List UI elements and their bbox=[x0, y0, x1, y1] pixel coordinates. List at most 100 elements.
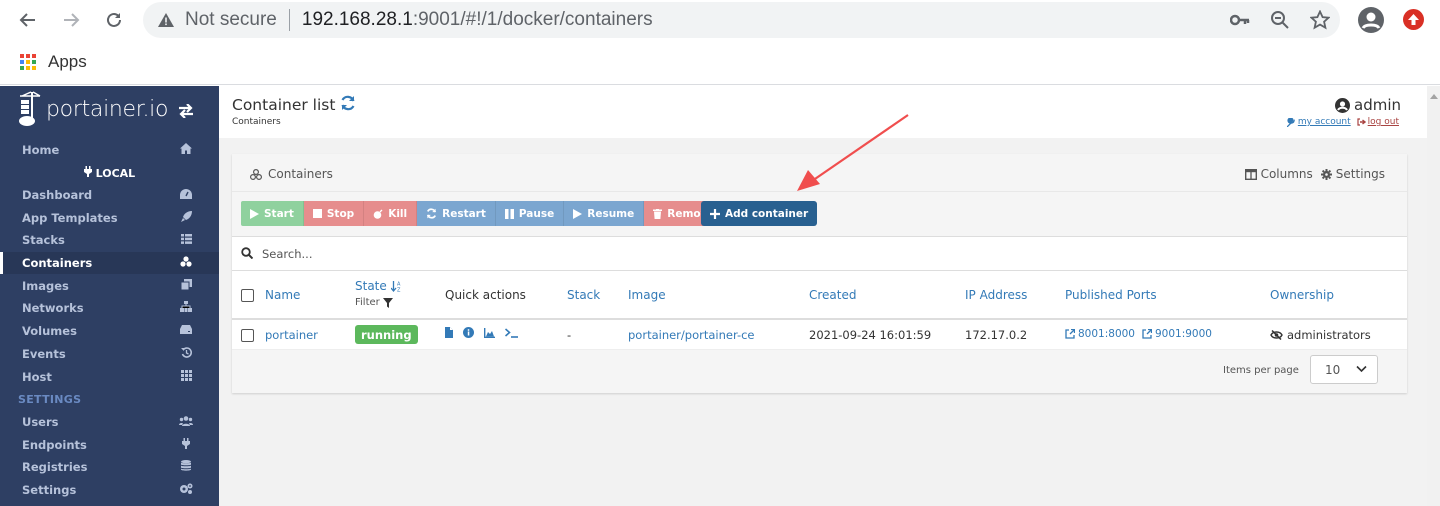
column-image[interactable]: Image bbox=[628, 288, 666, 302]
sitemap-icon bbox=[179, 301, 193, 315]
address-bar[interactable]: Not secure 192.168.28.1:9001/#!/1/docker… bbox=[143, 2, 1340, 38]
tachometer-icon bbox=[179, 188, 193, 202]
sidebar-item-host[interactable]: Host bbox=[0, 366, 219, 388]
sidebar-item-volumes[interactable]: Volumes bbox=[0, 320, 219, 342]
zoom-out-icon[interactable] bbox=[1270, 10, 1290, 30]
quick-actions bbox=[445, 327, 519, 338]
cubes-icon bbox=[250, 168, 262, 180]
history-icon bbox=[179, 347, 193, 361]
bomb-icon bbox=[373, 209, 383, 219]
update-button[interactable] bbox=[1403, 9, 1424, 30]
sidebar-item-settings[interactable]: Settings bbox=[0, 479, 219, 501]
sidebar-item-networks[interactable]: Networks bbox=[0, 297, 219, 319]
account-icon bbox=[1361, 12, 1381, 29]
columns-button[interactable]: Columns bbox=[1244, 167, 1313, 181]
state-filter-button[interactable]: Filter bbox=[355, 297, 393, 308]
column-name[interactable]: Name bbox=[265, 288, 300, 302]
row-checkbox[interactable] bbox=[241, 329, 254, 342]
th-icon bbox=[179, 370, 193, 384]
endpoint-label: LOCAL bbox=[0, 166, 219, 180]
kill-label: Kill bbox=[388, 207, 408, 220]
filter-icon bbox=[382, 297, 393, 308]
logs-icon[interactable] bbox=[445, 327, 453, 338]
play-icon bbox=[250, 208, 259, 219]
portainer-logo[interactable]: portainer.io bbox=[18, 90, 168, 128]
column-ownership[interactable]: Ownership bbox=[1270, 288, 1334, 302]
sidebar-item-label: Home bbox=[22, 143, 60, 157]
console-icon[interactable] bbox=[505, 327, 519, 338]
profile-avatar[interactable] bbox=[1358, 7, 1384, 33]
forward-button[interactable] bbox=[57, 6, 85, 34]
sidebar-item-users[interactable]: Users bbox=[0, 411, 219, 433]
sidebar-item-registries[interactable]: Registries bbox=[0, 456, 219, 478]
add-container-label: Add container bbox=[725, 207, 809, 220]
created-value: 2021-09-24 16:01:59 bbox=[809, 328, 932, 342]
page-scrollbar[interactable] bbox=[1427, 86, 1440, 506]
items-per-page-select[interactable]: 10 bbox=[1310, 355, 1378, 384]
container-actions-group: Start Stop Kill Restart Pause Resume Rem… bbox=[241, 201, 725, 226]
port-link[interactable]: 8001:8000 bbox=[1065, 328, 1135, 340]
select-all-checkbox[interactable] bbox=[241, 289, 254, 302]
sidebar: portainer.io Home LOCAL Dashboard App Te… bbox=[0, 86, 219, 506]
add-container-button[interactable]: Add container bbox=[701, 201, 818, 226]
sidebar-item-images[interactable]: Images bbox=[0, 275, 219, 297]
column-stack[interactable]: Stack bbox=[567, 288, 600, 302]
column-ip-address[interactable]: IP Address bbox=[965, 288, 1027, 302]
pause-button[interactable]: Pause bbox=[495, 201, 565, 226]
columns-icon bbox=[1244, 168, 1257, 180]
sidebar-item-containers[interactable]: Containers bbox=[0, 252, 219, 274]
sidebar-item-label: Volumes bbox=[22, 324, 77, 338]
stats-icon[interactable] bbox=[484, 327, 495, 338]
sidebar-item-app-templates[interactable]: App Templates bbox=[0, 207, 219, 229]
containers-widget: Containers Columns Settings Start Stop K… bbox=[232, 154, 1407, 393]
sidebar-item-label: Stacks bbox=[22, 233, 65, 247]
port-label: 8001:8000 bbox=[1078, 328, 1135, 340]
users-icon bbox=[179, 415, 193, 429]
scroll-up-arrow-icon[interactable] bbox=[1430, 94, 1438, 99]
url-text[interactable]: 192.168.28.1:9001/#!/1/docker/containers bbox=[302, 9, 653, 31]
sidebar-item-label: Host bbox=[22, 370, 52, 384]
my-account-text[interactable]: my account bbox=[1298, 117, 1351, 127]
ip-address-value: 172.17.0.2 bbox=[965, 328, 1028, 342]
database-icon bbox=[179, 460, 193, 474]
sidebar-item-events[interactable]: Events bbox=[0, 343, 219, 365]
sign-out-icon bbox=[1357, 118, 1366, 126]
table-settings-button[interactable]: Settings bbox=[1320, 167, 1385, 181]
play-icon bbox=[573, 208, 583, 219]
sidebar-item-endpoints[interactable]: Endpoints bbox=[0, 434, 219, 456]
columns-label: Columns bbox=[1260, 167, 1313, 181]
info-icon[interactable] bbox=[463, 327, 474, 338]
column-state[interactable]: State AZ bbox=[355, 279, 402, 293]
stop-button[interactable]: Stop bbox=[303, 201, 365, 226]
star-icon[interactable] bbox=[1310, 10, 1330, 30]
brand-name: portainer.io bbox=[46, 96, 169, 122]
start-button[interactable]: Start bbox=[241, 201, 304, 226]
security-label[interactable]: Not secure bbox=[185, 9, 277, 31]
key-icon[interactable] bbox=[1230, 14, 1250, 26]
port-link[interactable]: 9001:9000 bbox=[1142, 328, 1212, 340]
column-published-ports[interactable]: Published Ports bbox=[1065, 288, 1157, 302]
log-out-link[interactable]: log out bbox=[1357, 117, 1399, 127]
sidebar-item-stacks[interactable]: Stacks bbox=[0, 229, 219, 251]
search-icon bbox=[241, 247, 253, 259]
switch-endpoint-button[interactable] bbox=[178, 103, 194, 123]
image-link[interactable]: portainer/portainer-ce bbox=[628, 328, 755, 342]
log-out-text[interactable]: log out bbox=[1368, 117, 1399, 127]
kill-button[interactable]: Kill bbox=[364, 201, 418, 226]
exchange-icon bbox=[179, 103, 193, 119]
sidebar-item-home[interactable]: Home bbox=[0, 139, 219, 161]
restart-button[interactable]: Restart bbox=[417, 201, 496, 226]
back-button[interactable] bbox=[14, 6, 42, 34]
container-name-link[interactable]: portainer bbox=[265, 328, 318, 342]
bookmark-apps[interactable]: Apps bbox=[20, 52, 87, 72]
my-account-link[interactable]: my account bbox=[1286, 117, 1351, 127]
resume-button[interactable]: Resume bbox=[564, 201, 645, 226]
reload-button[interactable] bbox=[100, 6, 128, 34]
search-input[interactable] bbox=[262, 245, 662, 263]
column-created[interactable]: Created bbox=[809, 288, 857, 302]
refresh-button[interactable] bbox=[340, 95, 356, 116]
page-header: Container list Containers admin my accou… bbox=[219, 86, 1427, 138]
ownership-value: administrators bbox=[1270, 328, 1371, 342]
table-footer: Items per page 10 bbox=[232, 350, 1407, 393]
sidebar-item-dashboard[interactable]: Dashboard bbox=[0, 184, 219, 206]
